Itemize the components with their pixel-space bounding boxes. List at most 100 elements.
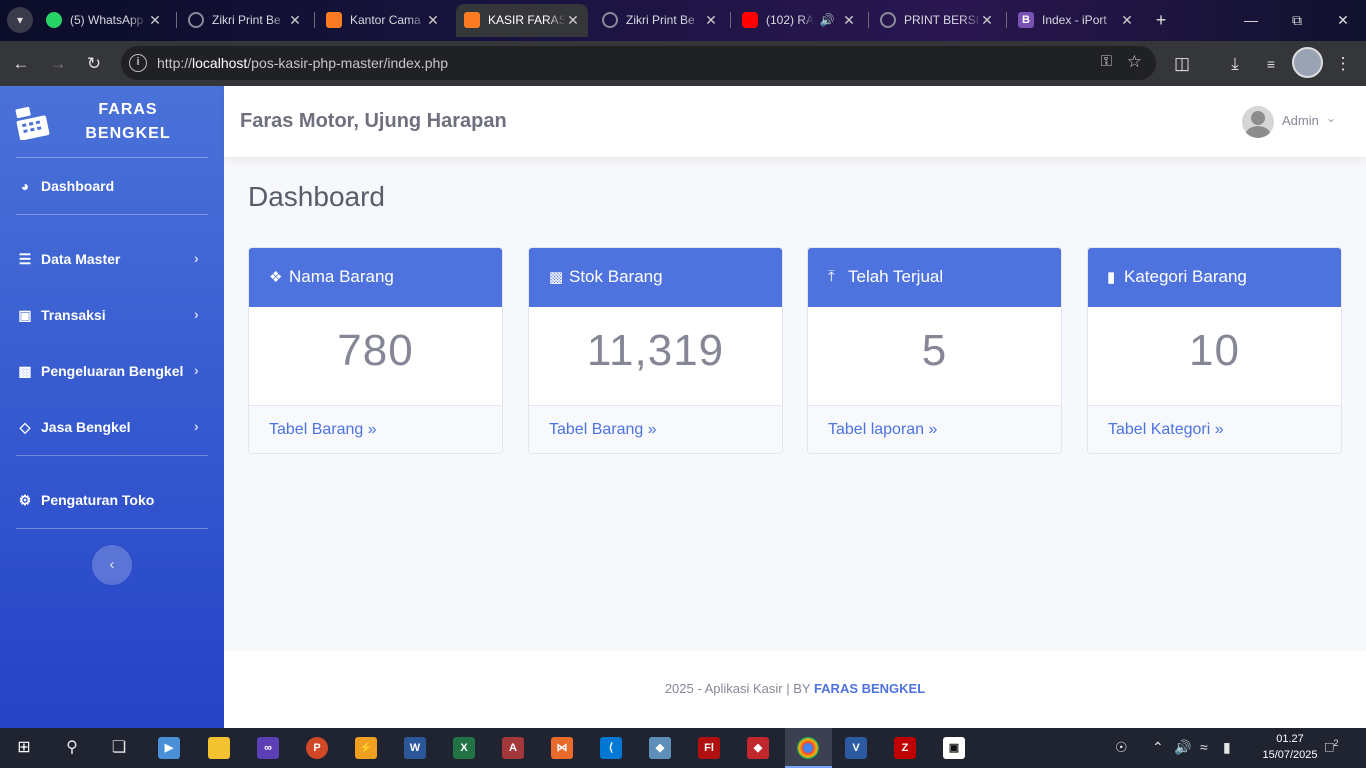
sidebar-divider bbox=[16, 157, 208, 158]
speaker-icon[interactable]: 🔊 bbox=[818, 11, 836, 29]
task-view-icon[interactable]: ❏ bbox=[108, 737, 130, 759]
footer-copyright: 2025 - Aplikasi Kasir | BY bbox=[664, 681, 811, 696]
cash-register-icon[interactable] bbox=[14, 106, 52, 140]
card-footer: Tabel Barang » bbox=[249, 405, 502, 453]
tab-zikri-print-2[interactable]: Zikri Print Be ✕ bbox=[594, 4, 726, 37]
sidebar-item-pengaturan[interactable]: ⚙ Pengaturan Toko bbox=[0, 480, 224, 520]
double-chevron-right-icon: » bbox=[928, 421, 938, 438]
card-link[interactable]: Tabel Kategori » bbox=[1108, 421, 1224, 439]
bookmark-star-icon[interactable]: ☆ bbox=[1127, 52, 1142, 72]
card-stok-barang: ▩ Stok Barang 11,319 Tabel Barang » bbox=[528, 247, 783, 454]
access-icon[interactable]: A bbox=[502, 737, 524, 759]
sidebar-item-label: Data Master bbox=[41, 251, 121, 267]
vscode-icon[interactable]: ⟨ bbox=[600, 737, 622, 759]
file-explorer-icon[interactable] bbox=[208, 737, 230, 759]
tab-close-icon[interactable]: ✕ bbox=[286, 11, 304, 29]
card-link[interactable]: Tabel Barang » bbox=[269, 421, 377, 439]
sidebar-item-pengeluaran[interactable]: ▩ Pengeluaran Bengkel › bbox=[0, 351, 224, 391]
restore-icon[interactable]: ⧉ bbox=[1284, 8, 1310, 32]
tab-index-iport[interactable]: B Index - iPort ✕ bbox=[1010, 4, 1142, 37]
sidebar-item-jasa[interactable]: ◇ Jasa Bengkel › bbox=[0, 407, 224, 447]
virtualbox-icon[interactable]: V bbox=[845, 737, 867, 759]
desktop-icon: ▣ bbox=[18, 307, 32, 323]
brand-name[interactable]: FARAS BENGKEL bbox=[72, 98, 184, 146]
flash-icon[interactable]: Fl bbox=[698, 737, 720, 759]
tab-close-icon[interactable]: ✕ bbox=[146, 11, 164, 29]
notification-count: 2 bbox=[1333, 738, 1339, 748]
card-header: ❖ Nama Barang bbox=[249, 248, 502, 307]
profile-avatar[interactable] bbox=[1292, 47, 1323, 78]
package-icon[interactable]: ◆ bbox=[649, 737, 671, 759]
tab-kantor[interactable]: Kantor Cama ✕ bbox=[318, 4, 448, 37]
close-window-icon[interactable]: ✕ bbox=[1330, 8, 1356, 32]
media-control-icon[interactable]: ≡ bbox=[1258, 51, 1284, 77]
tab-close-icon[interactable]: ✕ bbox=[702, 11, 720, 29]
powerpoint-icon[interactable]: P bbox=[306, 737, 328, 759]
xampp-icon bbox=[464, 12, 480, 28]
back-arrow-icon[interactable]: ← bbox=[8, 51, 34, 77]
tab-close-icon[interactable]: ✕ bbox=[564, 11, 582, 29]
browser-menu-icon[interactable]: ⋮ bbox=[1330, 51, 1356, 77]
globe-icon bbox=[880, 12, 896, 28]
filezilla-icon[interactable]: Z bbox=[894, 737, 916, 759]
tab-separator bbox=[1006, 12, 1007, 28]
tab-youtube[interactable]: (102) RA 🔊 ✕ bbox=[734, 4, 864, 37]
battery-icon[interactable]: ▮ bbox=[1223, 739, 1231, 756]
download-icon[interactable]: ⤓ bbox=[1222, 51, 1248, 77]
visual-studio-icon[interactable]: ∞ bbox=[257, 737, 279, 759]
card-title: Kategori Barang bbox=[1124, 267, 1247, 286]
tab-whatsapp[interactable]: (5) WhatsApp ✕ bbox=[38, 4, 170, 37]
card-link[interactable]: Tabel laporan » bbox=[828, 421, 937, 439]
new-tab-button[interactable]: + bbox=[1150, 9, 1172, 31]
tab-search-button[interactable]: ▾ bbox=[7, 7, 33, 33]
tab-close-icon[interactable]: ✕ bbox=[1118, 11, 1136, 29]
bookmark-icon: ▮ bbox=[1107, 269, 1116, 286]
xampp-icon[interactable]: ⋈ bbox=[551, 737, 573, 759]
chevron-down-icon[interactable]: ⌄ bbox=[1326, 111, 1336, 125]
notification-icon[interactable]: □2 bbox=[1325, 738, 1338, 755]
people-icon[interactable]: ☉ bbox=[1115, 739, 1128, 756]
tab-close-icon[interactable]: ✕ bbox=[978, 11, 996, 29]
card-link[interactable]: Tabel Barang » bbox=[549, 421, 657, 439]
tab-zikri-print-1[interactable]: Zikri Print Be ✕ bbox=[180, 4, 310, 37]
key-icon[interactable]: ⚿ bbox=[1101, 53, 1112, 70]
reload-icon[interactable]: ↻ bbox=[81, 51, 107, 77]
tab-close-icon[interactable]: ✕ bbox=[424, 11, 442, 29]
excel-icon[interactable]: X bbox=[453, 737, 475, 759]
app-icon[interactable]: ⚡ bbox=[355, 737, 377, 759]
sidebar-toggle-button[interactable]: ‹ bbox=[92, 545, 132, 585]
sidebar-item-data-master[interactable]: ☰ Data Master › bbox=[0, 239, 224, 279]
git-icon[interactable]: ◆ bbox=[747, 737, 769, 759]
page-title: Dashboard bbox=[248, 181, 385, 212]
wifi-icon[interactable]: ≈ bbox=[1200, 739, 1208, 755]
search-icon[interactable]: ⚲ bbox=[61, 737, 83, 759]
tab-title: PRINT BERSI bbox=[904, 13, 980, 27]
chevron-right-icon: › bbox=[194, 250, 199, 266]
site-info-icon[interactable]: i bbox=[129, 54, 147, 72]
tab-separator bbox=[730, 12, 731, 28]
footer-brand-link[interactable]: FARAS BENGKEL bbox=[814, 681, 925, 696]
card-link-label: Tabel Kategori bbox=[1108, 421, 1211, 438]
windows-start-icon[interactable]: ⊞ bbox=[13, 737, 35, 759]
minimize-icon[interactable]: — bbox=[1238, 8, 1264, 32]
taskbar-clock[interactable]: 01.27 15/07/2025 bbox=[1262, 731, 1318, 763]
tab-close-icon[interactable]: ✕ bbox=[840, 11, 858, 29]
forward-arrow-icon[interactable]: → bbox=[45, 51, 71, 77]
url-text[interactable]: http://localhost/pos-kasir-php-master/in… bbox=[157, 55, 448, 71]
tab-title: Kantor Cama bbox=[350, 13, 421, 27]
card-value: 780 bbox=[337, 326, 414, 375]
chevron-up-icon[interactable]: ⌃ bbox=[1152, 739, 1164, 756]
app-icon[interactable]: ▣ bbox=[943, 737, 965, 759]
address-bar[interactable]: i http://localhost/pos-kasir-php-master/… bbox=[121, 46, 1156, 80]
tab-print-bersi[interactable]: PRINT BERSI ✕ bbox=[872, 4, 1002, 37]
word-icon[interactable]: W bbox=[404, 737, 426, 759]
user-avatar[interactable] bbox=[1242, 106, 1274, 138]
user-name[interactable]: Admin bbox=[1282, 113, 1319, 128]
extensions-icon[interactable]: ◫ bbox=[1169, 51, 1195, 77]
chrome-icon[interactable] bbox=[797, 737, 819, 759]
sidebar-item-transaksi[interactable]: ▣ Transaksi › bbox=[0, 295, 224, 335]
sidebar-item-dashboard[interactable]: ◕ Dashboard bbox=[0, 166, 224, 206]
tab-kasir-faras[interactable]: KASIR FARAS ✕ bbox=[456, 4, 588, 37]
volume-icon[interactable]: 🔊 bbox=[1174, 739, 1191, 756]
media-player-icon[interactable]: ▶ bbox=[158, 737, 180, 759]
